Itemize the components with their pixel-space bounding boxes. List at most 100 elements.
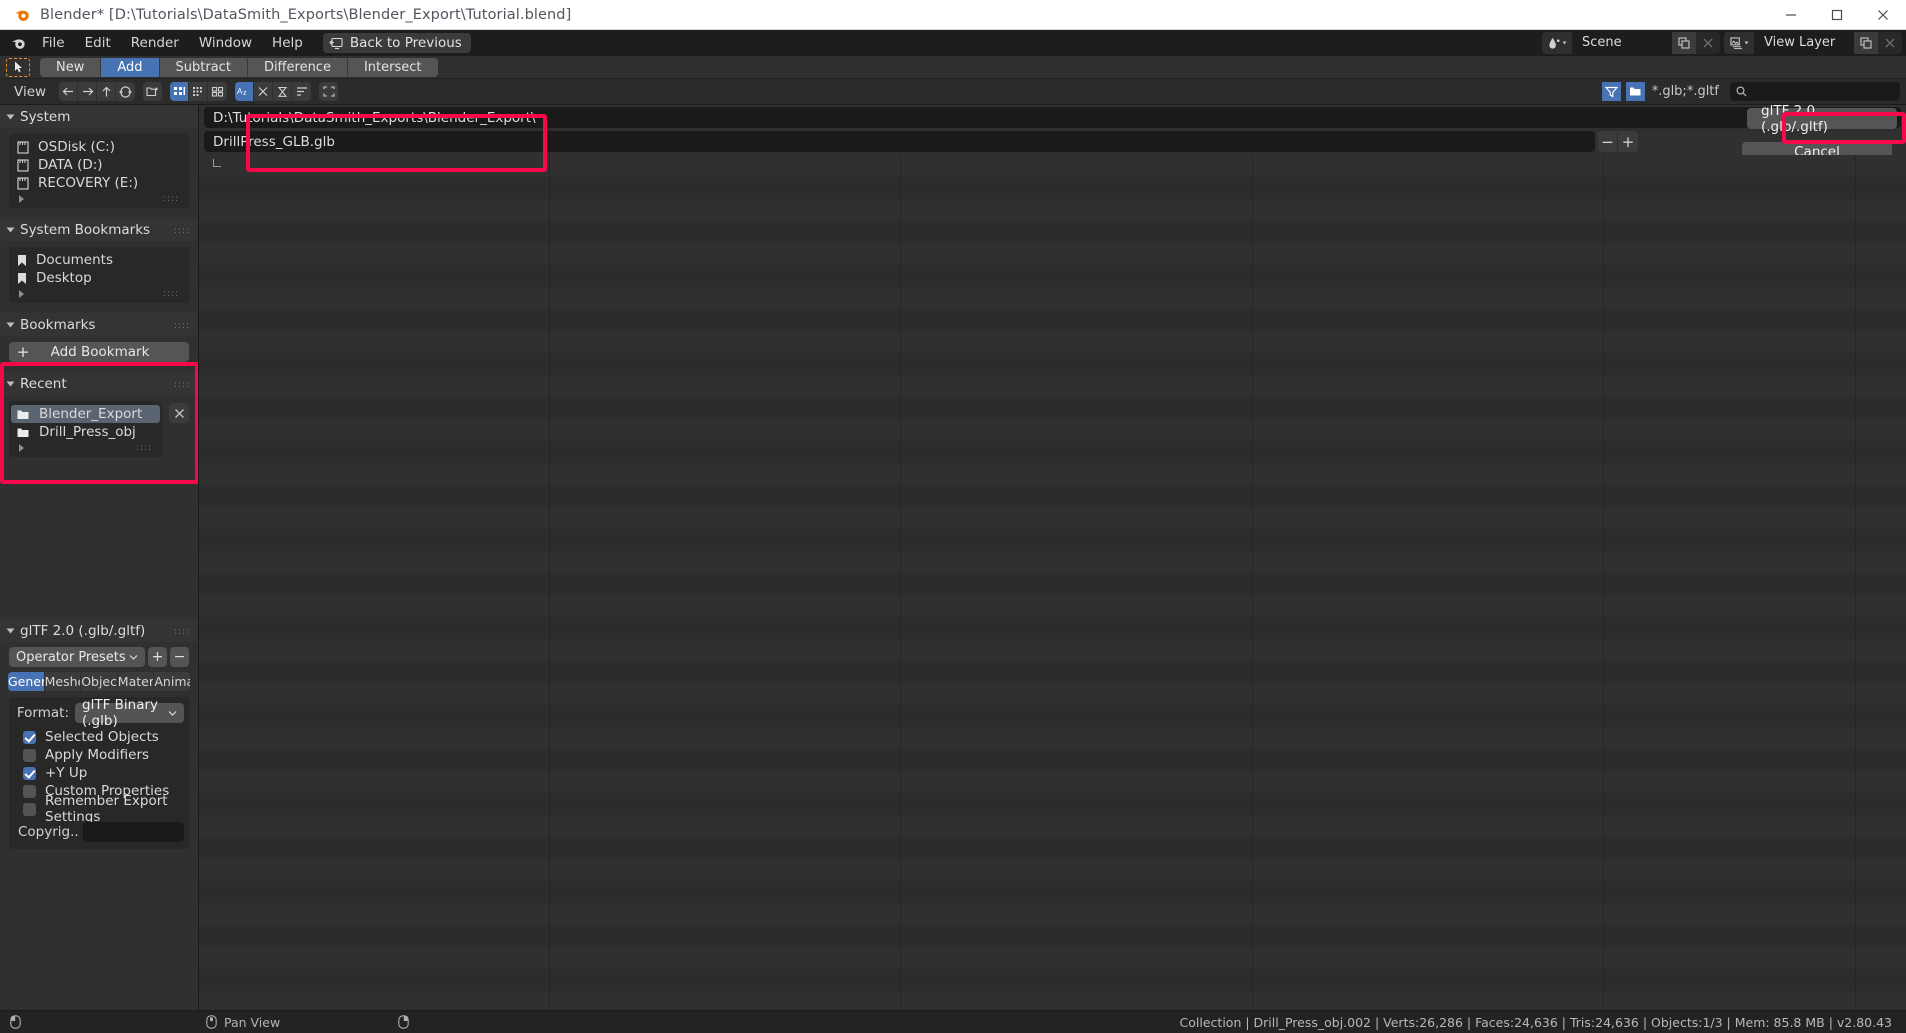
list-item[interactable]: DATA (D:) <box>11 156 187 174</box>
remove-preset-button[interactable]: − <box>170 647 189 667</box>
column-divider[interactable] <box>1855 155 1856 1010</box>
apply-modifiers-checkbox[interactable] <box>23 748 36 762</box>
list-item[interactable]: RECOVERY (E:) <box>11 174 187 192</box>
file-row[interactable] <box>199 309 1906 331</box>
file-row[interactable] <box>199 397 1906 419</box>
panel-grip-icon[interactable]: :::: <box>174 226 190 236</box>
system-list-expand[interactable]: :::: <box>11 192 187 206</box>
increment-button[interactable]: + <box>1618 131 1638 152</box>
display-vertical-list-icon[interactable] <box>170 82 190 101</box>
operator-presets-dropdown[interactable]: Operator Presets <box>9 647 145 667</box>
checkbox-row-y-up[interactable]: +Y Up <box>14 764 184 782</box>
list-item[interactable]: Drill_Press_obj <box>11 423 160 441</box>
file-row[interactable] <box>199 683 1906 705</box>
directory-path-input[interactable]: D:\Tutorials\DataSmith_Exports\Blender_E… <box>204 107 1901 128</box>
file-row[interactable] <box>199 265 1906 287</box>
file-row[interactable] <box>199 771 1906 793</box>
new-scene-button[interactable] <box>1672 32 1696 54</box>
file-row[interactable] <box>199 705 1906 727</box>
sort-time-icon[interactable] <box>273 82 293 101</box>
file-row[interactable] <box>199 199 1906 221</box>
cursor-tool-icon[interactable] <box>6 57 30 77</box>
file-row[interactable] <box>199 837 1906 859</box>
back-to-previous-button[interactable]: Back to Previous <box>322 33 471 53</box>
file-row[interactable] <box>199 529 1906 551</box>
panel-grip-icon[interactable]: :::: <box>174 321 190 331</box>
blender-icon[interactable] <box>6 35 32 51</box>
file-row[interactable] <box>199 551 1906 573</box>
file-row[interactable] <box>199 727 1906 749</box>
panel-header-bookmarks[interactable]: Bookmarks :::: <box>0 313 198 336</box>
checkbox-row-remember-export-settings[interactable]: Remember Export Settings <box>14 793 184 825</box>
panel-header-system-bookmarks[interactable]: System Bookmarks :::: <box>0 218 198 241</box>
file-row[interactable] <box>199 595 1906 617</box>
file-row[interactable] <box>199 991 1906 1010</box>
select-mode-subtract[interactable]: Subtract <box>159 57 248 77</box>
panel-header-recent[interactable]: Recent :::: <box>0 372 198 395</box>
selected-objects-checkbox[interactable] <box>23 730 36 744</box>
file-row[interactable] <box>199 881 1906 903</box>
decrement-button[interactable]: − <box>1598 131 1618 152</box>
resize-grip-icon[interactable]: :::: <box>163 194 179 204</box>
column-divider[interactable] <box>1252 155 1253 1010</box>
tab-objects[interactable]: Objects <box>81 672 117 691</box>
panel-grip-icon[interactable]: :::: <box>174 627 190 637</box>
view-layer-name[interactable]: View Layer <box>1754 32 1854 54</box>
custom-properties-checkbox[interactable] <box>23 784 36 798</box>
display-thumbnails-icon[interactable] <box>208 82 228 101</box>
new-view-layer-button[interactable] <box>1854 32 1878 54</box>
file-row[interactable] <box>199 353 1906 375</box>
column-divider[interactable] <box>1603 155 1604 1010</box>
file-row[interactable] <box>199 859 1906 881</box>
column-divider[interactable] <box>549 155 550 1010</box>
list-item[interactable]: Desktop <box>11 269 187 287</box>
menu-edit[interactable]: Edit <box>75 33 121 53</box>
system-bookmarks-expand[interactable]: :::: <box>11 287 187 301</box>
menu-file[interactable]: File <box>32 33 75 53</box>
add-preset-button[interactable]: + <box>148 647 167 667</box>
format-dropdown[interactable]: glTF Binary (.glb) <box>75 697 184 729</box>
file-row[interactable] <box>199 507 1906 529</box>
search-input[interactable] <box>1730 82 1900 101</box>
filter-folders-icon[interactable] <box>1625 82 1645 101</box>
file-row[interactable] <box>199 419 1906 441</box>
scene-name[interactable]: Scene <box>1572 32 1672 54</box>
file-row[interactable] <box>199 331 1906 353</box>
tab-materials[interactable]: Materi.. <box>117 672 154 691</box>
tab-animation[interactable]: Anima.. <box>154 672 190 691</box>
tab-general[interactable]: General <box>8 672 44 691</box>
file-list[interactable] <box>199 155 1906 1010</box>
panel-grip-icon[interactable]: :::: <box>174 380 190 390</box>
recent-list-expand[interactable]: :::: <box>11 441 160 455</box>
menu-render[interactable]: Render <box>121 33 189 53</box>
filter-files-icon[interactable] <box>1601 82 1621 101</box>
checkbox-row-apply-modifiers[interactable]: Apply Modifiers <box>14 746 184 764</box>
file-row[interactable] <box>199 441 1906 463</box>
column-divider[interactable] <box>900 155 901 1010</box>
select-mode-intersect[interactable]: Intersect <box>347 57 438 77</box>
file-row[interactable] <box>199 485 1906 507</box>
file-row[interactable] <box>199 221 1906 243</box>
select-mode-new[interactable]: New <box>40 57 102 77</box>
back-icon[interactable] <box>59 82 79 101</box>
display-horizontal-list-icon[interactable] <box>189 82 209 101</box>
select-mode-add[interactable]: Add <box>101 57 160 77</box>
export-gltf-button[interactable]: glTF 2.0 (.glb/.gltf) <box>1747 105 1897 135</box>
file-name-input[interactable]: DrillPress_GLB.glb <box>204 131 1595 152</box>
show-hidden-icon[interactable] <box>319 82 339 101</box>
maximize-button[interactable] <box>1814 0 1860 30</box>
menu-help[interactable]: Help <box>262 33 313 53</box>
list-item[interactable]: OSDisk (C:) <box>11 138 187 156</box>
parent-directory-icon[interactable] <box>97 82 117 101</box>
file-row[interactable] <box>199 155 1906 177</box>
file-row[interactable] <box>199 287 1906 309</box>
sort-extension-icon[interactable] <box>254 82 274 101</box>
close-button[interactable] <box>1860 0 1906 30</box>
panel-header-system[interactable]: System <box>0 105 198 128</box>
tab-meshes[interactable]: Meshes <box>44 672 81 691</box>
file-row[interactable] <box>199 969 1906 991</box>
clear-recent-button[interactable] <box>169 403 189 423</box>
list-item[interactable]: Blender_Export <box>11 405 160 423</box>
file-row[interactable] <box>199 243 1906 265</box>
select-mode-difference[interactable]: Difference <box>247 57 348 77</box>
